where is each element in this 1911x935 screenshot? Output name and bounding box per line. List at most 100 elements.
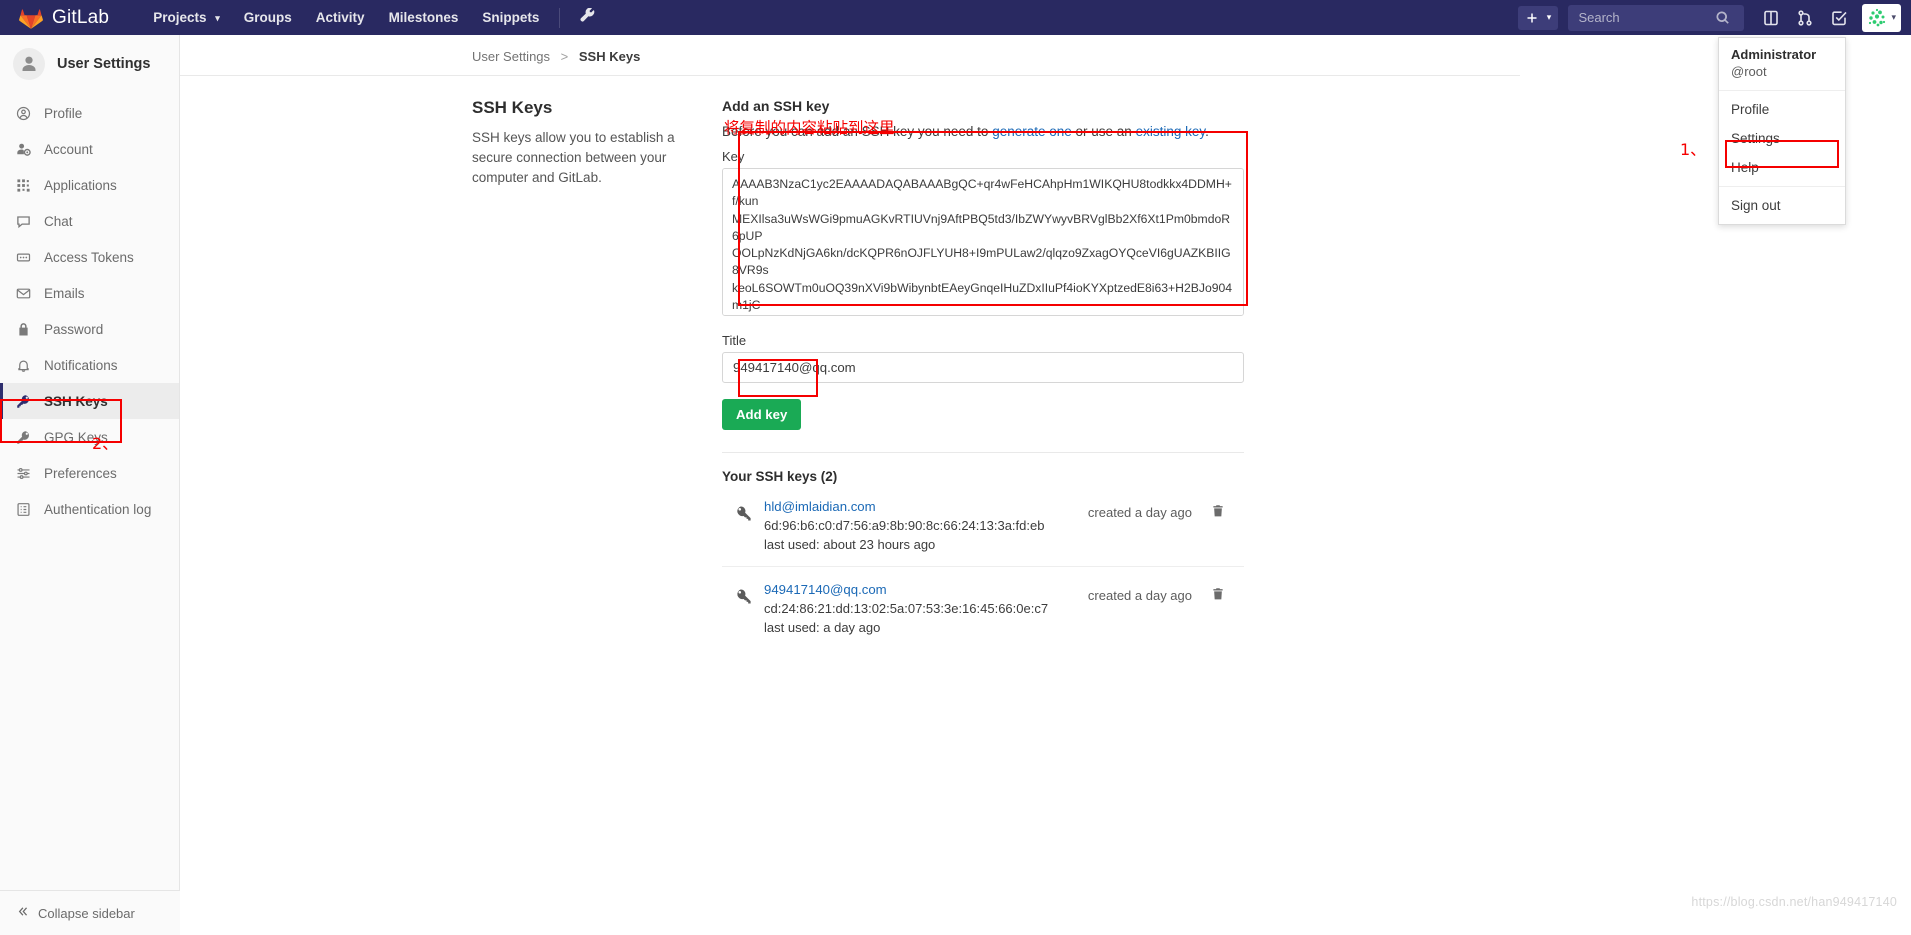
dropdown-user-info: Administrator @root (1719, 38, 1845, 91)
key-last-used: last used: a day ago (764, 620, 881, 635)
table-row: hld@imlaidian.com 6d:96:b6:c0:d7:56:a9:8… (722, 484, 1244, 567)
nav-link-snippets[interactable]: Snippets (470, 0, 551, 35)
merge-requests-icon[interactable] (1788, 0, 1822, 35)
sidebar-header[interactable]: User Settings (0, 35, 179, 93)
search-input[interactable] (1576, 9, 1717, 26)
chevron-double-left-icon (16, 905, 29, 921)
admin-wrench-icon[interactable] (568, 7, 608, 27)
sidebar-item-notifications[interactable]: Notifications (0, 347, 179, 383)
key-field-label: Key (722, 149, 745, 164)
gitlab-brand-name[interactable]: GitLab (52, 7, 109, 29)
dropdown-item-sign-out[interactable]: Sign out (1719, 191, 1845, 220)
ssh-key-icon (722, 497, 764, 522)
todos-icon[interactable] (1822, 0, 1856, 35)
left-sidebar: User Settings Profile Account Applicatio… (0, 35, 180, 935)
your-ssh-keys-heading: Your SSH keys (2) (722, 469, 838, 484)
nav-link-projects[interactable]: Projects ▾ (141, 0, 232, 35)
dropdown-group-signout: Sign out (1719, 187, 1845, 224)
breadcrumb-current[interactable]: SSH Keys (579, 49, 640, 64)
user-avatar-button[interactable]: ▾ (1862, 3, 1901, 32)
top-nav-right-group: ▾ Search ▾ (1518, 0, 1911, 35)
add-key-button[interactable]: Add key (722, 399, 802, 430)
main-content: User Settings > SSH Keys SSH Keys SSH ke… (180, 35, 1911, 935)
chevron-down-icon: ▾ (1891, 12, 1896, 22)
plus-icon (1527, 13, 1537, 22)
dropdown-item-settings-wrapper: Settings (1719, 124, 1845, 153)
sidebar-item-access-tokens[interactable]: Access Tokens (0, 239, 179, 275)
gitlab-logo-icon[interactable] (18, 5, 44, 31)
sidebar-item-preferences[interactable]: Preferences (0, 455, 179, 491)
key-details: hld@imlaidian.com 6d:96:b6:c0:d7:56:a9:8… (764, 497, 1088, 554)
dropdown-item-settings[interactable]: Settings (1719, 124, 1845, 153)
sidebar-items: Profile Account Applications Chat Access… (0, 95, 179, 527)
sidebar-item-account[interactable]: Account (0, 131, 179, 167)
lead-middle: or use an (1071, 124, 1136, 139)
paste-hint-annotation: 将复制的内容粘贴到这里 (724, 119, 895, 137)
sidebar-item-gpg-keys[interactable]: GPG Keys (0, 419, 179, 455)
add-ssh-key-form: Add an SSH key Before you can add an SSH… (722, 98, 1244, 649)
account-icon (16, 142, 36, 157)
notifications-bell-icon (16, 358, 36, 373)
search-box[interactable] (1568, 4, 1745, 31)
emails-icon (16, 286, 36, 301)
top-nav-links: Projects ▾ Groups Activity Milestones Sn… (141, 0, 608, 35)
title-input[interactable] (722, 352, 1244, 383)
nav-link-groups[interactable]: Groups (232, 0, 304, 35)
nav-link-projects-label: Projects (153, 10, 207, 25)
sidebar-item-chat[interactable]: Chat (0, 203, 179, 239)
gpg-key-icon (16, 430, 36, 445)
trash-icon[interactable] (1192, 580, 1244, 601)
access-tokens-icon (16, 250, 36, 265)
sidebar-item-ssh-keys[interactable]: SSH Keys (0, 383, 179, 419)
sidebar-item-authentication-log-label: Authentication log (44, 501, 152, 517)
dropdown-item-help[interactable]: Help (1719, 153, 1845, 182)
search-icon (1716, 10, 1730, 24)
ssh-key-textarea[interactable]: AAAAB3NzaC1yc2EAAAADAQABAAABgQC+qr4wFeHC… (722, 168, 1244, 316)
applications-icon (16, 178, 36, 193)
user-dropdown-menu: Administrator @root Profile Settings Hel… (1718, 37, 1846, 225)
sidebar-item-applications-label: Applications (44, 177, 117, 193)
sidebar-item-emails[interactable]: Emails (0, 275, 179, 311)
sidebar-item-notifications-label: Notifications (44, 357, 118, 373)
key-last-used: last used: about 23 hours ago (764, 537, 936, 552)
dropdown-item-profile[interactable]: Profile (1719, 95, 1845, 124)
ssh-key-icon (16, 394, 36, 409)
dropdown-group-main: Profile Settings Help (1719, 91, 1845, 187)
collapse-sidebar-button[interactable]: Collapse sidebar (0, 890, 180, 935)
authentication-log-icon (16, 502, 36, 517)
add-ssh-key-heading: Add an SSH key (722, 98, 830, 114)
dropdown-user-name: Administrator (1731, 47, 1817, 62)
key-created-at: created a day ago (1087, 505, 1192, 520)
trash-icon[interactable] (1192, 497, 1244, 518)
sidebar-item-preferences-label: Preferences (44, 465, 117, 481)
table-row: 949417140@qq.com cd:24:86:21:dd:13:02:5a… (722, 567, 1244, 649)
collapse-sidebar-label: Collapse sidebar (38, 905, 135, 921)
sidebar-title: User Settings (57, 56, 151, 72)
sidebar-item-password[interactable]: Password (0, 311, 179, 347)
generate-one-link[interactable]: generate one (992, 124, 1072, 139)
key-title-link[interactable]: 949417140@qq.com (764, 580, 1088, 599)
chevron-down-icon: ▾ (1546, 12, 1552, 22)
sidebar-item-profile[interactable]: Profile (0, 95, 179, 131)
nav-link-milestones[interactable]: Milestones (377, 0, 471, 35)
section-description-column: SSH Keys SSH keys allow you to establish… (472, 98, 722, 649)
issue-boards-icon[interactable] (1754, 0, 1788, 35)
sidebar-item-chat-label: Chat (44, 213, 73, 229)
breadcrumb: User Settings > SSH Keys (180, 35, 1520, 76)
new-item-button[interactable]: ▾ (1518, 5, 1559, 30)
key-fingerprint: cd:24:86:21:dd:13:02:5a:07:53:3e:16:45:6… (764, 601, 1049, 616)
sidebar-item-authentication-log[interactable]: Authentication log (0, 491, 179, 527)
page-title: SSH Keys (472, 98, 553, 117)
key-title-link[interactable]: hld@imlaidian.com (764, 497, 1088, 516)
breadcrumb-root[interactable]: User Settings (472, 49, 550, 64)
key-details: 949417140@qq.com cd:24:86:21:dd:13:02:5a… (764, 580, 1088, 637)
sidebar-user-avatar-icon (13, 48, 45, 80)
sidebar-item-password-label: Password (44, 321, 104, 337)
existing-key-link[interactable]: existing key (1136, 124, 1206, 139)
sidebar-item-applications[interactable]: Applications (0, 167, 179, 203)
password-lock-icon (16, 322, 36, 337)
sidebar-item-profile-label: Profile (44, 105, 83, 121)
key-fingerprint: 6d:96:b6:c0:d7:56:a9:8b:90:8c:66:24:13:3… (764, 518, 1045, 533)
dropdown-user-handle: @root (1731, 64, 1767, 79)
nav-link-activity[interactable]: Activity (304, 0, 377, 35)
